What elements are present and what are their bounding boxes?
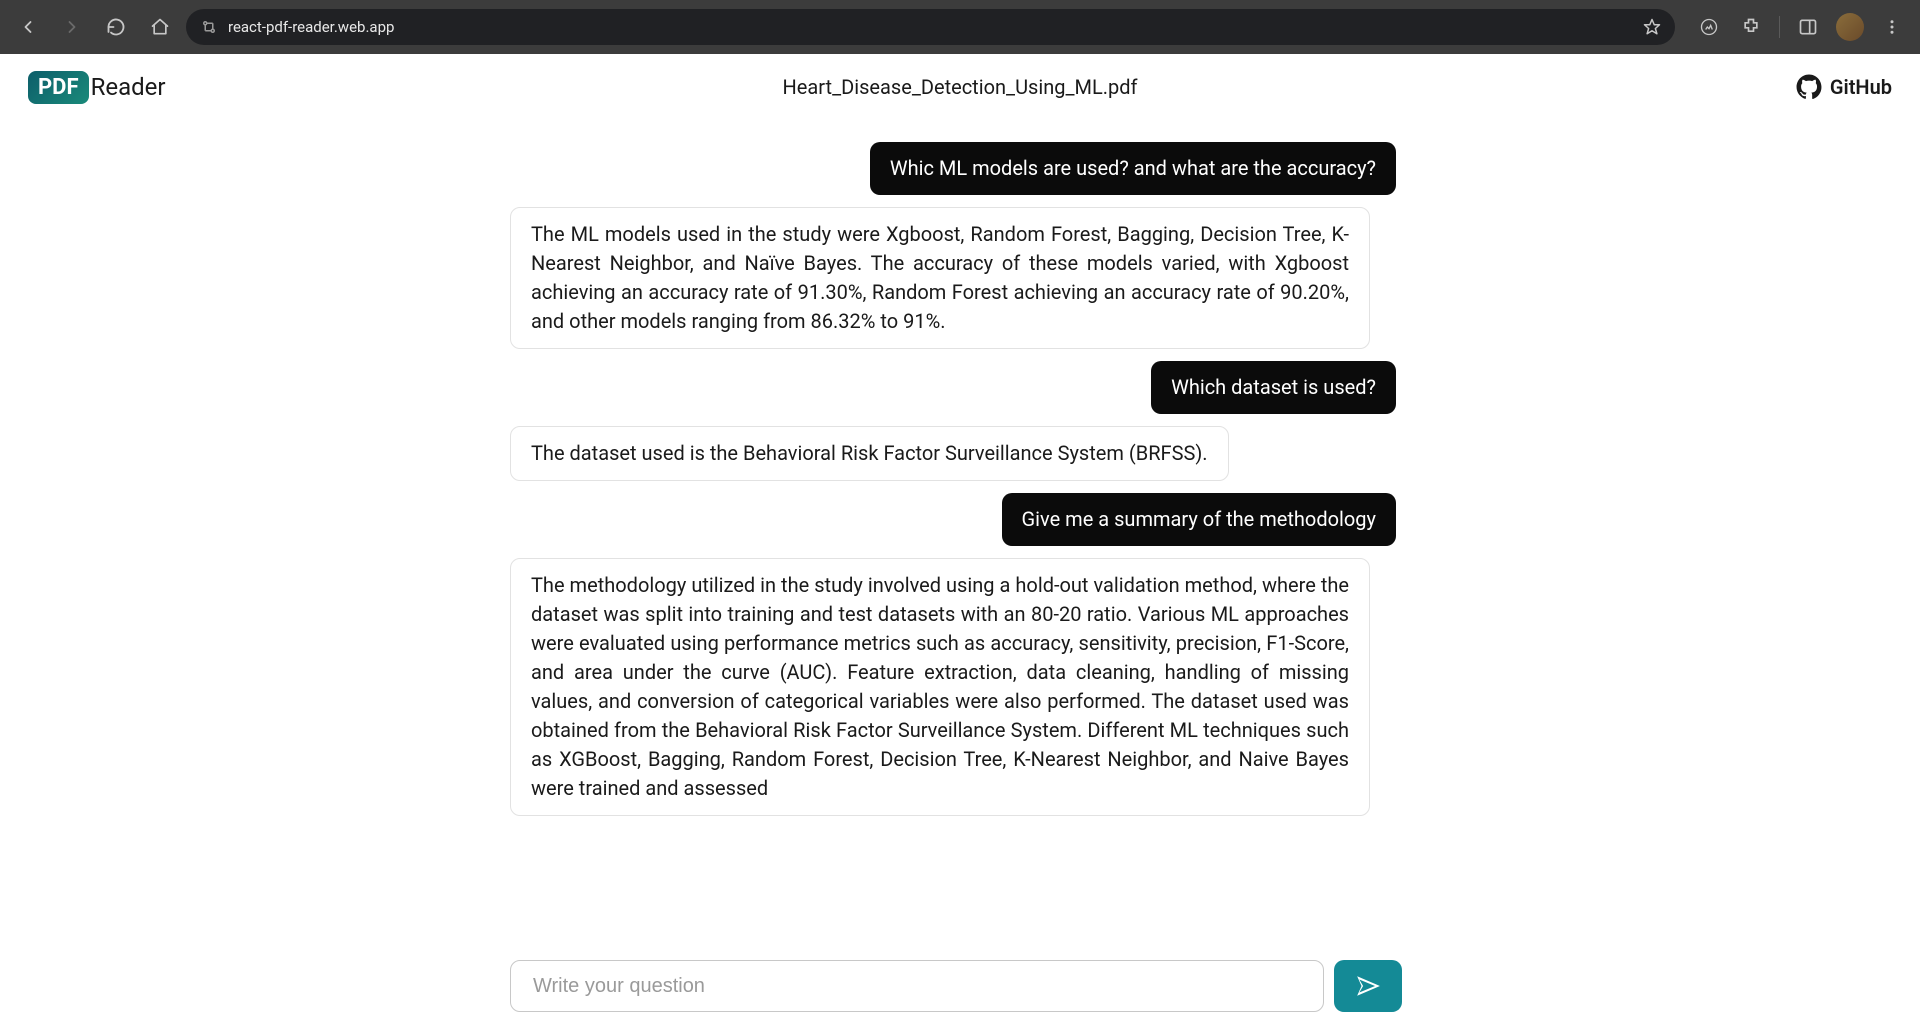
message-row: The dataset used is the Behavioral Risk … xyxy=(510,426,1396,481)
profile-avatar[interactable] xyxy=(1832,9,1868,45)
message-row: Which dataset is used? xyxy=(510,361,1396,414)
app-header: PDF Reader Heart_Disease_Detection_Using… xyxy=(0,54,1920,120)
document-title: Heart_Disease_Detection_Using_ML.pdf xyxy=(783,75,1138,99)
home-button[interactable] xyxy=(142,9,178,45)
app-logo[interactable]: PDF Reader xyxy=(28,71,166,104)
menu-button[interactable] xyxy=(1874,9,1910,45)
logo-badge: PDF xyxy=(28,71,89,104)
github-icon xyxy=(1796,74,1822,100)
reload-button[interactable] xyxy=(98,9,134,45)
browser-actions xyxy=(1691,9,1910,45)
bot-message: The dataset used is the Behavioral Risk … xyxy=(510,426,1229,481)
site-info-icon[interactable] xyxy=(200,18,218,36)
message-row: The ML models used in the study were Xgb… xyxy=(510,207,1396,349)
bot-message: The ML models used in the study were Xgb… xyxy=(510,207,1370,349)
main-area: Whic ML models are used? and what are th… xyxy=(0,120,1920,1020)
bookmark-icon[interactable] xyxy=(1643,18,1661,36)
url-text: react-pdf-reader.web.app xyxy=(228,18,1633,36)
chat-column: Whic ML models are used? and what are th… xyxy=(506,120,1414,1020)
github-label: GitHub xyxy=(1830,75,1892,99)
message-row: Whic ML models are used? and what are th… xyxy=(510,142,1396,195)
message-row: The methodology utilized in the study in… xyxy=(510,558,1396,816)
side-panel-button[interactable] xyxy=(1790,9,1826,45)
back-button[interactable] xyxy=(10,9,46,45)
logo-text: Reader xyxy=(91,73,166,101)
user-message: Whic ML models are used? and what are th… xyxy=(870,142,1396,195)
input-bar xyxy=(506,952,1414,1020)
divider xyxy=(1779,16,1780,38)
forward-button[interactable] xyxy=(54,9,90,45)
send-button[interactable] xyxy=(1334,960,1402,1012)
browser-toolbar: react-pdf-reader.web.app xyxy=(0,0,1920,54)
bot-message: The methodology utilized in the study in… xyxy=(510,558,1370,816)
chat-scroll-wrapper: Whic ML models are used? and what are th… xyxy=(506,120,1414,952)
extension-icon[interactable] xyxy=(1691,9,1727,45)
question-input[interactable] xyxy=(510,960,1324,1012)
message-row: Give me a summary of the methodology xyxy=(510,493,1396,546)
url-bar[interactable]: react-pdf-reader.web.app xyxy=(186,9,1675,45)
github-link[interactable]: GitHub xyxy=(1796,74,1892,100)
user-message: Give me a summary of the methodology xyxy=(1002,493,1396,546)
user-message: Which dataset is used? xyxy=(1151,361,1396,414)
chat-scroll[interactable]: Whic ML models are used? and what are th… xyxy=(506,120,1414,952)
extensions-button[interactable] xyxy=(1733,9,1769,45)
